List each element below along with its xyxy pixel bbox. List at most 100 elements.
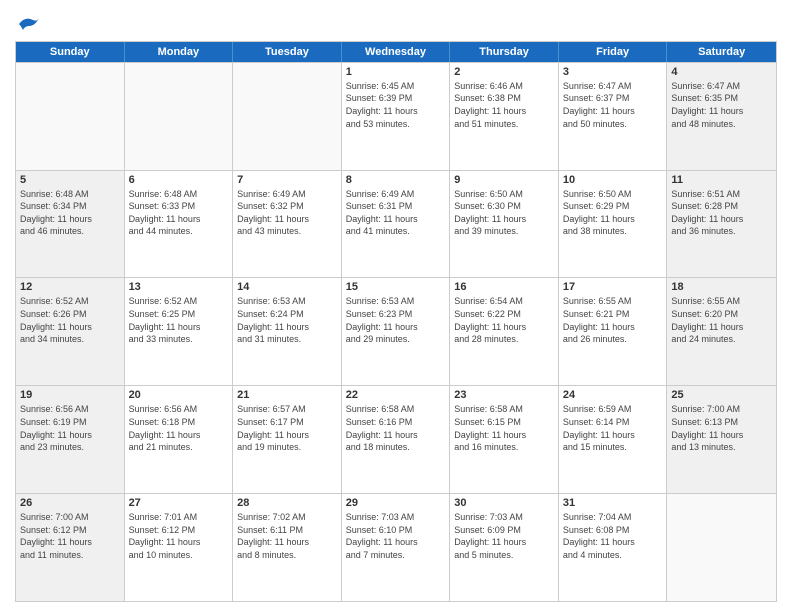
day-number: 20	[129, 389, 229, 401]
day-number: 1	[346, 66, 446, 78]
calendar-week-5: 26 Sunrise: 7:00 AM Sunset: 6:12 PM Dayli…	[16, 493, 776, 601]
day-info: Sunrise: 7:03 AM Sunset: 6:09 PM Dayligh…	[454, 511, 554, 561]
calendar-day-29: 29Sunrise: 7:03 AM Sunset: 6:10 PM Dayli…	[342, 494, 451, 601]
day-info: Sunrise: 6:50 AM Sunset: 6:29 PM Dayligh…	[563, 188, 663, 238]
day-info: Sunrise: 7:00 AM Sunset: 6:12 PM Dayligh…	[20, 511, 120, 561]
calendar-day-27: 27 Sunrise: 7:01 AM Sunset: 6:12 PM Dayli…	[125, 494, 234, 601]
calendar-day-30: 30 Sunrise: 7:03 AM Sunset: 6:09 PM Dayli…	[450, 494, 559, 601]
page: SundayMondayTuesdayWednesdayThursdayFrid…	[0, 0, 792, 612]
calendar-day-10: 10 Sunrise: 6:50 AM Sunset: 6:29 PM Dayli…	[559, 171, 668, 278]
day-info: Sunrise: 7:01 AM Sunset: 6:12 PM Dayligh…	[129, 511, 229, 561]
day-number: 28	[237, 497, 337, 509]
calendar-day-3: 3 Sunrise: 6:47 AM Sunset: 6:37 PM Daylig…	[559, 63, 668, 170]
logo-bird-icon	[17, 14, 41, 34]
day-number: 23	[454, 389, 554, 401]
header	[15, 10, 777, 35]
day-info: Sunrise: 6:50 AM Sunset: 6:30 PM Dayligh…	[454, 188, 554, 238]
day-info: Sunrise: 6:58 AM Sunset: 6:15 PM Dayligh…	[454, 403, 554, 453]
calendar-day-23: 23 Sunrise: 6:58 AM Sunset: 6:15 PM Dayli…	[450, 386, 559, 493]
day-info: Sunrise: 6:55 AM Sunset: 6:20 PM Dayligh…	[671, 295, 772, 345]
day-info: Sunrise: 6:45 AM Sunset: 6:39 PM Dayligh…	[346, 80, 446, 130]
weekday-header-sunday: Sunday	[16, 42, 125, 62]
day-info: Sunrise: 6:49 AM Sunset: 6:32 PM Dayligh…	[237, 188, 337, 238]
day-number: 8	[346, 174, 446, 186]
day-number: 19	[20, 389, 120, 401]
calendar-day-14: 14 Sunrise: 6:53 AM Sunset: 6:24 PM Dayli…	[233, 278, 342, 385]
calendar-day-24: 24Sunrise: 6:59 AM Sunset: 6:14 PM Dayli…	[559, 386, 668, 493]
calendar-day-16: 16 Sunrise: 6:54 AM Sunset: 6:22 PM Dayli…	[450, 278, 559, 385]
day-number: 30	[454, 497, 554, 509]
day-info: Sunrise: 6:52 AM Sunset: 6:25 PM Dayligh…	[129, 295, 229, 345]
day-info: Sunrise: 6:56 AM Sunset: 6:18 PM Dayligh…	[129, 403, 229, 453]
day-info: Sunrise: 6:54 AM Sunset: 6:22 PM Dayligh…	[454, 295, 554, 345]
day-number: 27	[129, 497, 229, 509]
day-number: 22	[346, 389, 446, 401]
calendar-day-empty	[16, 63, 125, 170]
calendar-week-1: 1 Sunrise: 6:45 AM Sunset: 6:39 PM Daylig…	[16, 62, 776, 170]
calendar-day-8: 8 Sunrise: 6:49 AM Sunset: 6:31 PM Daylig…	[342, 171, 451, 278]
calendar-day-empty	[233, 63, 342, 170]
calendar-day-18: 18 Sunrise: 6:55 AM Sunset: 6:20 PM Dayli…	[667, 278, 776, 385]
calendar-day-1: 1 Sunrise: 6:45 AM Sunset: 6:39 PM Daylig…	[342, 63, 451, 170]
day-info: Sunrise: 6:47 AM Sunset: 6:35 PM Dayligh…	[671, 80, 772, 130]
calendar-body: 1 Sunrise: 6:45 AM Sunset: 6:39 PM Daylig…	[16, 62, 776, 601]
logo-text	[15, 14, 41, 39]
day-number: 6	[129, 174, 229, 186]
calendar-day-13: 13 Sunrise: 6:52 AM Sunset: 6:25 PM Dayli…	[125, 278, 234, 385]
calendar-week-4: 19 Sunrise: 6:56 AM Sunset: 6:19 PM Dayli…	[16, 385, 776, 493]
calendar: SundayMondayTuesdayWednesdayThursdayFrid…	[15, 41, 777, 602]
calendar-header: SundayMondayTuesdayWednesdayThursdayFrid…	[16, 42, 776, 62]
day-number: 5	[20, 174, 120, 186]
day-number: 26	[20, 497, 120, 509]
calendar-day-17: 17Sunrise: 6:55 AM Sunset: 6:21 PM Dayli…	[559, 278, 668, 385]
day-info: Sunrise: 6:49 AM Sunset: 6:31 PM Dayligh…	[346, 188, 446, 238]
day-info: Sunrise: 6:52 AM Sunset: 6:26 PM Dayligh…	[20, 295, 120, 345]
calendar-day-15: 15 Sunrise: 6:53 AM Sunset: 6:23 PM Dayli…	[342, 278, 451, 385]
day-number: 21	[237, 389, 337, 401]
day-info: Sunrise: 6:51 AM Sunset: 6:28 PM Dayligh…	[671, 188, 772, 238]
weekday-header-monday: Monday	[125, 42, 234, 62]
day-number: 3	[563, 66, 663, 78]
day-info: Sunrise: 6:46 AM Sunset: 6:38 PM Dayligh…	[454, 80, 554, 130]
day-number: 29	[346, 497, 446, 509]
calendar-day-28: 28 Sunrise: 7:02 AM Sunset: 6:11 PM Dayli…	[233, 494, 342, 601]
calendar-day-20: 20 Sunrise: 6:56 AM Sunset: 6:18 PM Dayli…	[125, 386, 234, 493]
day-number: 2	[454, 66, 554, 78]
day-info: Sunrise: 6:47 AM Sunset: 6:37 PM Dayligh…	[563, 80, 663, 130]
day-number: 10	[563, 174, 663, 186]
day-info: Sunrise: 6:48 AM Sunset: 6:33 PM Dayligh…	[129, 188, 229, 238]
day-info: Sunrise: 7:00 AM Sunset: 6:13 PM Dayligh…	[671, 403, 772, 453]
day-number: 16	[454, 281, 554, 293]
day-number: 14	[237, 281, 337, 293]
day-info: Sunrise: 6:53 AM Sunset: 6:24 PM Dayligh…	[237, 295, 337, 345]
calendar-day-11: 11 Sunrise: 6:51 AM Sunset: 6:28 PM Dayli…	[667, 171, 776, 278]
day-number: 9	[454, 174, 554, 186]
calendar-day-22: 22 Sunrise: 6:58 AM Sunset: 6:16 PM Dayli…	[342, 386, 451, 493]
calendar-day-empty	[667, 494, 776, 601]
calendar-day-19: 19 Sunrise: 6:56 AM Sunset: 6:19 PM Dayli…	[16, 386, 125, 493]
day-info: Sunrise: 6:53 AM Sunset: 6:23 PM Dayligh…	[346, 295, 446, 345]
calendar-day-6: 6 Sunrise: 6:48 AM Sunset: 6:33 PM Daylig…	[125, 171, 234, 278]
day-number: 4	[671, 66, 772, 78]
calendar-day-7: 7Sunrise: 6:49 AM Sunset: 6:32 PM Daylig…	[233, 171, 342, 278]
weekday-header-thursday: Thursday	[450, 42, 559, 62]
day-number: 18	[671, 281, 772, 293]
day-number: 11	[671, 174, 772, 186]
logo	[15, 14, 41, 35]
calendar-day-25: 25Sunrise: 7:00 AM Sunset: 6:13 PM Dayli…	[667, 386, 776, 493]
day-info: Sunrise: 6:57 AM Sunset: 6:17 PM Dayligh…	[237, 403, 337, 453]
day-info: Sunrise: 6:56 AM Sunset: 6:19 PM Dayligh…	[20, 403, 120, 453]
day-number: 13	[129, 281, 229, 293]
day-number: 12	[20, 281, 120, 293]
day-info: Sunrise: 7:02 AM Sunset: 6:11 PM Dayligh…	[237, 511, 337, 561]
day-info: Sunrise: 6:48 AM Sunset: 6:34 PM Dayligh…	[20, 188, 120, 238]
calendar-day-empty	[125, 63, 234, 170]
day-number: 24	[563, 389, 663, 401]
day-info: Sunrise: 6:58 AM Sunset: 6:16 PM Dayligh…	[346, 403, 446, 453]
calendar-day-26: 26 Sunrise: 7:00 AM Sunset: 6:12 PM Dayli…	[16, 494, 125, 601]
calendar-day-2: 2 Sunrise: 6:46 AM Sunset: 6:38 PM Daylig…	[450, 63, 559, 170]
calendar-day-12: 12 Sunrise: 6:52 AM Sunset: 6:26 PM Dayli…	[16, 278, 125, 385]
day-info: Sunrise: 7:04 AM Sunset: 6:08 PM Dayligh…	[563, 511, 663, 561]
weekday-header-saturday: Saturday	[667, 42, 776, 62]
day-number: 15	[346, 281, 446, 293]
